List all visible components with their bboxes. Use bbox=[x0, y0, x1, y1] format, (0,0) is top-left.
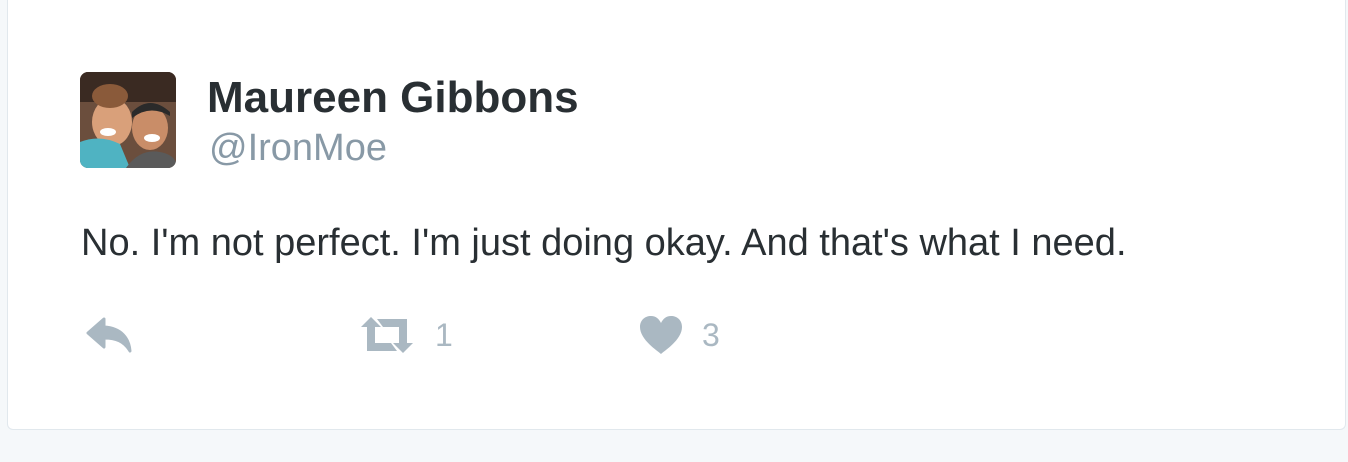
reply-button[interactable] bbox=[84, 310, 136, 360]
heart-icon bbox=[638, 314, 684, 356]
retweet-icon bbox=[357, 315, 417, 355]
reply-icon bbox=[84, 315, 136, 355]
retweet-button[interactable]: 1 bbox=[357, 310, 453, 360]
tweet-card: Maureen Gibbons @IronMoe No. I'm not per… bbox=[7, 0, 1346, 430]
author-handle[interactable]: @IronMoe bbox=[209, 125, 387, 171]
like-button[interactable]: 3 bbox=[638, 310, 720, 360]
retweet-count: 1 bbox=[435, 317, 453, 353]
tweet-text: No. I'm not perfect. I'm just doing okay… bbox=[81, 222, 1127, 264]
author-name[interactable]: Maureen Gibbons bbox=[207, 72, 579, 124]
like-count: 3 bbox=[702, 317, 720, 353]
avatar-photo bbox=[80, 72, 176, 168]
avatar[interactable] bbox=[80, 72, 176, 168]
